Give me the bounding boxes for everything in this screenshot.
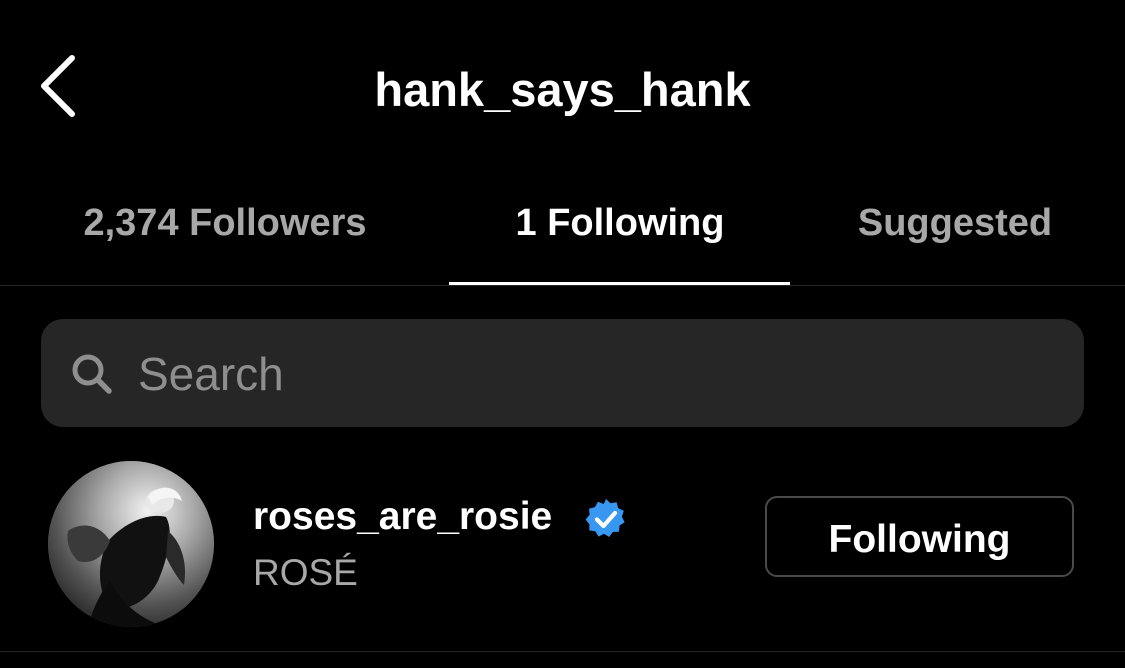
search-icon bbox=[72, 354, 112, 394]
tab-bar: 2,374 Followers 1 Following Suggested bbox=[0, 175, 1125, 285]
header: hank_says_hank bbox=[0, 0, 1125, 170]
tab-followers[interactable]: 2,374 Followers bbox=[30, 193, 420, 253]
verified-badge-icon bbox=[585, 499, 625, 537]
page-title: hank_says_hank bbox=[374, 63, 751, 116]
tab-suggested[interactable]: Suggested bbox=[800, 193, 1110, 253]
list-item[interactable]: roses_are_rosie ROSÉ Following bbox=[0, 455, 1125, 640]
following-button[interactable]: Following bbox=[765, 496, 1074, 577]
username[interactable]: roses_are_rosie bbox=[253, 493, 552, 541]
avatar[interactable] bbox=[48, 461, 214, 627]
full-name: ROSÉ bbox=[253, 552, 358, 593]
divider bbox=[0, 285, 1125, 286]
divider bbox=[0, 651, 1125, 652]
avatar-photo bbox=[48, 461, 214, 627]
tab-following[interactable]: 1 Following bbox=[450, 193, 790, 253]
search-input[interactable] bbox=[138, 338, 1038, 410]
